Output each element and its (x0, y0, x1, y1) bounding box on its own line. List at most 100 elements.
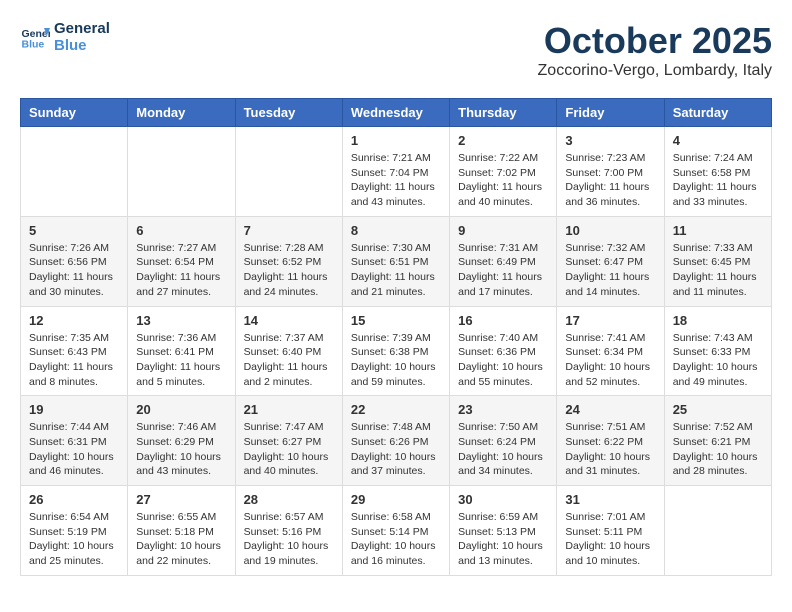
calendar-cell: 20Sunrise: 7:46 AMSunset: 6:29 PMDayligh… (128, 396, 235, 486)
calendar-cell: 16Sunrise: 7:40 AMSunset: 6:36 PMDayligh… (450, 306, 557, 396)
day-number: 1 (351, 133, 441, 148)
day-info: Sunrise: 6:57 AMSunset: 5:16 PMDaylight:… (244, 510, 334, 569)
day-info: Sunrise: 7:30 AMSunset: 6:51 PMDaylight:… (351, 241, 441, 300)
day-info: Sunrise: 7:48 AMSunset: 6:26 PMDaylight:… (351, 420, 441, 479)
calendar-cell: 27Sunrise: 6:55 AMSunset: 5:18 PMDayligh… (128, 486, 235, 576)
day-number: 22 (351, 402, 441, 417)
day-number: 10 (565, 223, 655, 238)
day-number: 20 (136, 402, 226, 417)
calendar-cell: 11Sunrise: 7:33 AMSunset: 6:45 PMDayligh… (664, 216, 771, 306)
day-number: 25 (673, 402, 763, 417)
calendar-cell: 22 Sunrise: 7:48 AMSunset: 6:26 PMDayligh… (342, 396, 449, 486)
calendar-cell: 3 Sunrise: 7:23 AMSunset: 7:00 PMDaylight… (557, 127, 664, 217)
day-info: Sunrise: 7:36 AMSunset: 6:41 PMDaylight:… (136, 331, 226, 390)
calendar-cell: 19 Sunrise: 7:44 AMSunset: 6:31 PMDayligh… (21, 396, 128, 486)
day-info: Sunrise: 6:55 AMSunset: 5:18 PMDaylight:… (136, 510, 226, 569)
calendar-cell: 6 Sunrise: 7:27 AMSunset: 6:54 PMDaylight… (128, 216, 235, 306)
day-info: Sunrise: 7:22 AMSunset: 7:02 PMDaylight:… (458, 151, 548, 210)
logo-blue: Blue (54, 37, 110, 54)
calendar-cell: 13Sunrise: 7:36 AMSunset: 6:41 PMDayligh… (128, 306, 235, 396)
logo: General Blue General Blue (20, 20, 110, 54)
calendar-cell (235, 127, 342, 217)
header-row: Sunday Monday Tuesday Wednesday Thursday… (21, 99, 772, 127)
day-number: 15 (351, 313, 441, 328)
location-title: Zoccorino-Vergo, Lombardy, Italy (538, 62, 772, 80)
calendar-cell: 15Sunrise: 7:39 AMSunset: 6:38 PMDayligh… (342, 306, 449, 396)
day-number: 6 (136, 223, 226, 238)
calendar-cell (21, 127, 128, 217)
day-info: Sunrise: 7:31 AMSunset: 6:49 PMDaylight:… (458, 241, 548, 300)
day-number: 17 (565, 313, 655, 328)
day-number: 26 (29, 492, 119, 507)
day-info: Sunrise: 7:51 AMSunset: 6:22 PMDaylight:… (565, 420, 655, 479)
calendar-cell: 8 Sunrise: 7:30 AMSunset: 6:51 PMDaylight… (342, 216, 449, 306)
calendar-cell: 24Sunrise: 7:51 AMSunset: 6:22 PMDayligh… (557, 396, 664, 486)
svg-text:Blue: Blue (22, 39, 45, 51)
logo-general: General (54, 20, 110, 37)
day-number: 30 (458, 492, 548, 507)
calendar-cell: 28 Sunrise: 6:57 AMSunset: 5:16 PMDayligh… (235, 486, 342, 576)
day-number: 3 (565, 133, 655, 148)
logo-icon: General Blue (20, 22, 50, 52)
day-number: 28 (244, 492, 334, 507)
day-info: Sunrise: 7:28 AMSunset: 6:52 PMDaylight:… (244, 241, 334, 300)
month-title: October 2025 (538, 20, 772, 62)
calendar-cell: 21 Sunrise: 7:47 AMSunset: 6:27 PMDayligh… (235, 396, 342, 486)
calendar-week-2: 5 Sunrise: 7:26 AMSunset: 6:56 PMDaylight… (21, 216, 772, 306)
day-number: 2 (458, 133, 548, 148)
page-header: General Blue General Blue October 2025 Z… (20, 20, 772, 90)
day-info: Sunrise: 7:44 AMSunset: 6:31 PMDaylight:… (29, 420, 119, 479)
col-monday: Monday (128, 99, 235, 127)
day-info: Sunrise: 6:54 AMSunset: 5:19 PMDaylight:… (29, 510, 119, 569)
day-info: Sunrise: 7:52 AMSunset: 6:21 PMDaylight:… (673, 420, 763, 479)
day-number: 29 (351, 492, 441, 507)
day-number: 8 (351, 223, 441, 238)
day-info: Sunrise: 7:40 AMSunset: 6:36 PMDaylight:… (458, 331, 548, 390)
day-info: Sunrise: 6:58 AMSunset: 5:14 PMDaylight:… (351, 510, 441, 569)
day-info: Sunrise: 7:35 AMSunset: 6:43 PMDaylight:… (29, 331, 119, 390)
calendar-cell: 25 Sunrise: 7:52 AMSunset: 6:21 PMDayligh… (664, 396, 771, 486)
calendar-cell: 30 Sunrise: 6:59 AMSunset: 5:13 PMDayligh… (450, 486, 557, 576)
day-info: Sunrise: 7:24 AMSunset: 6:58 PMDaylight:… (673, 151, 763, 210)
col-thursday: Thursday (450, 99, 557, 127)
day-number: 7 (244, 223, 334, 238)
day-info: Sunrise: 7:41 AMSunset: 6:34 PMDaylight:… (565, 331, 655, 390)
col-wednesday: Wednesday (342, 99, 449, 127)
day-info: Sunrise: 7:01 AMSunset: 5:11 PMDaylight:… (565, 510, 655, 569)
calendar-cell: 9 Sunrise: 7:31 AMSunset: 6:49 PMDaylight… (450, 216, 557, 306)
day-number: 19 (29, 402, 119, 417)
day-number: 4 (673, 133, 763, 148)
day-info: Sunrise: 7:50 AMSunset: 6:24 PMDaylight:… (458, 420, 548, 479)
day-number: 21 (244, 402, 334, 417)
day-info: Sunrise: 7:43 AMSunset: 6:33 PMDaylight:… (673, 331, 763, 390)
col-friday: Friday (557, 99, 664, 127)
title-section: October 2025 Zoccorino-Vergo, Lombardy, … (538, 20, 772, 80)
calendar-cell: 2 Sunrise: 7:22 AMSunset: 7:02 PMDaylight… (450, 127, 557, 217)
day-info: Sunrise: 7:32 AMSunset: 6:47 PMDaylight:… (565, 241, 655, 300)
calendar-cell: 5 Sunrise: 7:26 AMSunset: 6:56 PMDaylight… (21, 216, 128, 306)
day-info: Sunrise: 7:26 AMSunset: 6:56 PMDaylight:… (29, 241, 119, 300)
calendar-cell: 12Sunrise: 7:35 AMSunset: 6:43 PMDayligh… (21, 306, 128, 396)
day-number: 5 (29, 223, 119, 238)
calendar-table: Sunday Monday Tuesday Wednesday Thursday… (20, 98, 772, 576)
calendar-cell: 29 Sunrise: 6:58 AMSunset: 5:14 PMDayligh… (342, 486, 449, 576)
calendar-cell: 14Sunrise: 7:37 AMSunset: 6:40 PMDayligh… (235, 306, 342, 396)
col-tuesday: Tuesday (235, 99, 342, 127)
day-info: Sunrise: 7:27 AMSunset: 6:54 PMDaylight:… (136, 241, 226, 300)
day-number: 9 (458, 223, 548, 238)
calendar-week-5: 26 Sunrise: 6:54 AMSunset: 5:19 PMDayligh… (21, 486, 772, 576)
day-number: 18 (673, 313, 763, 328)
calendar-cell: 10 Sunrise: 7:32 AMSunset: 6:47 PMDayligh… (557, 216, 664, 306)
day-info: Sunrise: 6:59 AMSunset: 5:13 PMDaylight:… (458, 510, 548, 569)
day-number: 11 (673, 223, 763, 238)
day-info: Sunrise: 7:47 AMSunset: 6:27 PMDaylight:… (244, 420, 334, 479)
day-info: Sunrise: 7:37 AMSunset: 6:40 PMDaylight:… (244, 331, 334, 390)
calendar-cell (128, 127, 235, 217)
calendar-week-3: 12Sunrise: 7:35 AMSunset: 6:43 PMDayligh… (21, 306, 772, 396)
col-saturday: Saturday (664, 99, 771, 127)
col-sunday: Sunday (21, 99, 128, 127)
calendar-cell: 17 Sunrise: 7:41 AMSunset: 6:34 PMDayligh… (557, 306, 664, 396)
day-info: Sunrise: 7:23 AMSunset: 7:00 PMDaylight:… (565, 151, 655, 210)
day-number: 31 (565, 492, 655, 507)
calendar-cell: 31 Sunrise: 7:01 AMSunset: 5:11 PMDayligh… (557, 486, 664, 576)
